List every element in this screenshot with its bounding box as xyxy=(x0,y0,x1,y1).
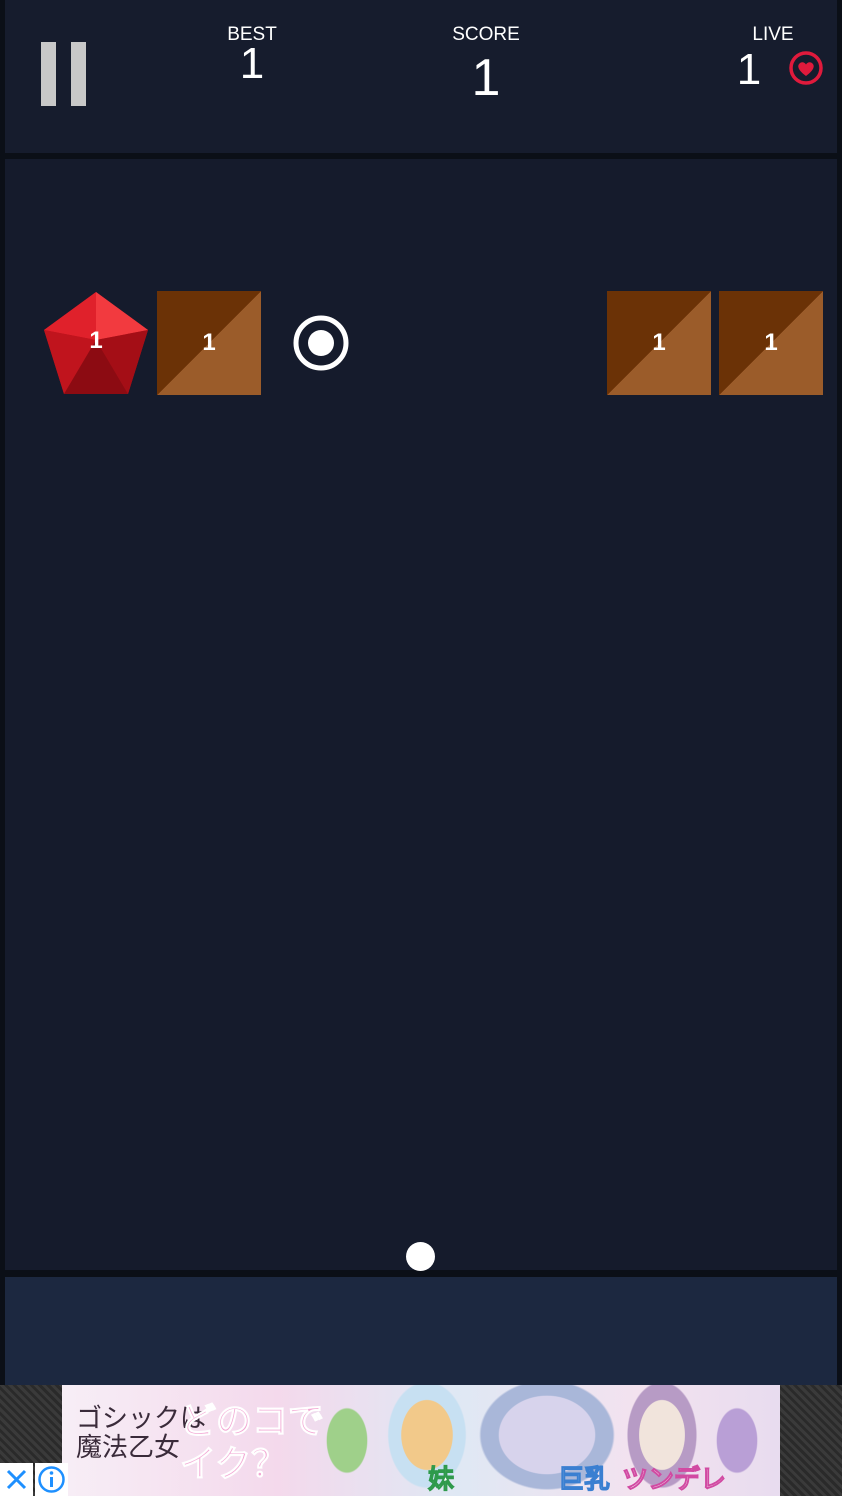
info-icon[interactable] xyxy=(35,1463,68,1496)
ad-character-art xyxy=(312,1385,382,1496)
brick-block: 1 xyxy=(719,291,823,395)
hud-header: BEST 1 SCORE 1 LIVE 1 xyxy=(5,0,837,153)
ad-headline: どのコで イク？ xyxy=(179,1399,325,1485)
ad-image[interactable]: ゴシックは 魔法乙女 どのコで イク？ 妹 巨乳 ツンデレ xyxy=(62,1385,780,1496)
ad-tag-busty: 巨乳 xyxy=(557,1464,611,1495)
ad-headline-line2: イク？ xyxy=(179,1443,288,1485)
score-value: 1 xyxy=(471,49,501,107)
pause-icon-bar-left xyxy=(41,42,56,106)
ad-banner[interactable]: ゴシックは 魔法乙女 どのコで イク？ 妹 巨乳 ツンデレ xyxy=(0,1385,842,1496)
ad-tag-sister: 妹 xyxy=(427,1464,455,1495)
brick-value: 1 xyxy=(202,329,216,356)
ad-character-art xyxy=(382,1385,472,1496)
brick-block: 1 xyxy=(607,291,711,395)
ring-target-icon xyxy=(293,315,349,371)
ad-headline-line1: どのコで xyxy=(179,1399,325,1441)
heart-icon xyxy=(789,51,823,85)
pause-icon-bar-right xyxy=(71,42,86,106)
launch-panel[interactable] xyxy=(5,1277,837,1385)
live-label: LIVE xyxy=(752,24,794,45)
brick-block: 1 xyxy=(157,291,261,395)
ad-tag-tsundere: ツンデレ xyxy=(621,1464,727,1495)
best-value: 1 xyxy=(239,39,265,88)
pause-button[interactable] xyxy=(41,42,86,106)
brick-value: 1 xyxy=(764,329,778,356)
close-icon[interactable] xyxy=(0,1463,33,1496)
brick-value: 1 xyxy=(652,329,666,356)
ball xyxy=(406,1242,435,1271)
score-label: SCORE xyxy=(452,24,520,45)
gem-value: 1 xyxy=(89,327,103,354)
